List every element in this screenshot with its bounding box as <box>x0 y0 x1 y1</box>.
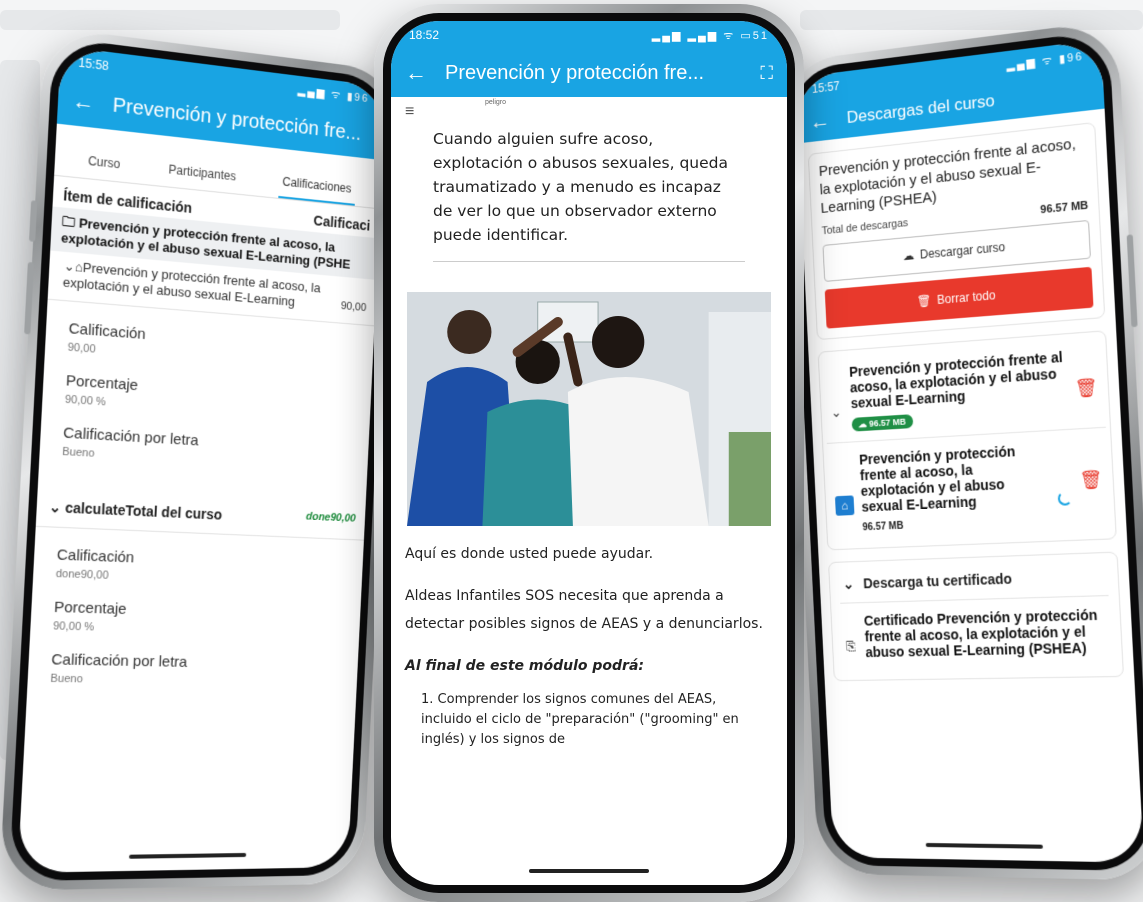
home-indicator <box>128 852 247 859</box>
modules-card: ⌄ Prevención y protección frente al acos… <box>817 330 1117 551</box>
trash-icon: 🗑 <box>916 293 932 309</box>
module-row[interactable]: ⌂ Prevención y protección frente al acos… <box>827 428 1112 545</box>
lesson-paragraph: Aldeas Infantiles SOS necesita que apren… <box>405 588 763 633</box>
downloaded-badge: ☁ 96.57 MB <box>851 413 913 432</box>
trash-icon[interactable]: 🗑 <box>1079 469 1103 492</box>
lesson-list-item: 1. Comprender los signos comunes del AEA… <box>421 692 739 748</box>
field-percentage: Porcentaje 90,00 % <box>30 580 361 640</box>
field-value: Bueno <box>50 673 84 686</box>
fullscreen-icon[interactable]: ⛶ <box>760 63 773 84</box>
back-arrow-icon[interactable]: ← <box>809 108 830 136</box>
course-total-value: done90,00 <box>305 511 357 526</box>
chevron-down-icon: ⌄ <box>63 258 76 275</box>
module-title: Prevención y protección frente al acoso,… <box>858 443 1016 515</box>
certificate-header-label: Descarga tu certificado <box>862 570 1013 592</box>
module-size: 96.57 MB <box>862 520 904 534</box>
field-label: Porcentaje <box>53 599 127 619</box>
status-icons: ▂▄▆ ▂▄▆ ᯤ ▭51 <box>651 29 769 42</box>
grades-screen: 15:58 ▂▄▆ ᯤ ▮96 ← Prevención y protecció… <box>17 45 387 873</box>
course-total-label: calculateTotal del curso <box>64 499 223 524</box>
module-title: Prevención y protección frente al acoso,… <box>848 349 1064 412</box>
lesson-quote: Cuando alguien sufre acoso, explotación … <box>433 130 728 245</box>
phone-grades: 15:58 ▂▄▆ ᯤ ▮96 ← Prevención y protecció… <box>0 26 403 891</box>
lesson-subheading: Al final de este módulo podrá: <box>405 658 644 675</box>
page-title: Prevención y protección fre... <box>445 61 705 84</box>
total-downloads-size: 96.57 MB <box>1040 199 1089 217</box>
certificate-card: ⌄ Descarga tu certificado ⎘ Certificado … <box>828 551 1125 682</box>
chevron-down-icon[interactable]: ⌄ <box>830 404 844 421</box>
status-bar: 18:52 ▂▄▆ ▂▄▆ ᯤ ▭51 <box>391 21 787 49</box>
total-downloads-label: Total de descargas <box>821 217 909 238</box>
status-icons: ▂▄▆ ᯤ ▮96 <box>1006 50 1084 72</box>
grade-column-header: Calificaci <box>313 212 371 234</box>
partial-text: peligro <box>485 99 507 106</box>
delete-all-label: Borrar todo <box>936 288 996 308</box>
status-time: 15:58 <box>78 55 110 74</box>
chevron-down-icon: ⌄ <box>48 498 66 517</box>
folder-icon: 🗀 <box>61 213 80 231</box>
status-icons: ▂▄▆ ᯤ ▮96 <box>297 84 370 105</box>
bg-stripe <box>800 10 1143 30</box>
back-arrow-icon[interactable]: ← <box>72 87 96 116</box>
field-label: Calificación por letra <box>50 651 188 672</box>
divider <box>433 261 745 263</box>
volume-button <box>28 200 38 242</box>
course-download-card: Prevención y protección frente al acoso,… <box>807 121 1106 341</box>
back-arrow-icon[interactable]: ← <box>405 60 427 86</box>
certificate-row[interactable]: ⎘ Certificado Prevención y protección fr… <box>840 596 1112 671</box>
downloads-screen: 15:57 ▂▄▆ ᯤ ▮96 ← Descargas del curso Pr… <box>794 39 1143 863</box>
module-icon: ⌂ <box>834 495 855 516</box>
lesson-screen: 18:52 ▂▄▆ ▂▄▆ ᯤ ▭51 ← Prevención y prote… <box>391 21 787 885</box>
app-bar: 18:52 ▂▄▆ ▂▄▆ ᯤ ▭51 ← Prevención y prote… <box>391 21 787 97</box>
field-letter-grade: Calificación por letra Bueno <box>27 632 359 689</box>
lesson-body: Aquí es donde usted puede ayudar. Aldeas… <box>391 540 787 680</box>
bg-stripe <box>0 10 340 30</box>
phone-downloads: 15:57 ▂▄▆ ᯤ ▮96 ← Descargas del curso Pr… <box>778 19 1143 881</box>
download-course-label: Descargar curso <box>919 240 1006 262</box>
cloud-download-icon: ☁ <box>902 248 915 264</box>
trash-icon[interactable]: 🗑 <box>1074 377 1098 400</box>
tab-course[interactable]: Curso <box>83 147 125 182</box>
menu-icon[interactable]: ≡ <box>405 103 414 121</box>
lesson-paragraph: Aquí es donde usted puede ayudar. <box>405 546 654 563</box>
status-time: 15:57 <box>811 78 840 96</box>
downloaded-size: 96.57 MB <box>868 416 907 429</box>
module-row[interactable]: ⌄ Prevención y protección frente al acos… <box>822 335 1106 444</box>
phone-lesson: 18:52 ▂▄▆ ▂▄▆ ᯤ ▭51 ← Prevención y prote… <box>374 4 804 902</box>
lesson-photo <box>407 292 771 527</box>
certificate-title: Certificado Prevención y protección fren… <box>863 606 1098 661</box>
certificate-icon: ⎘ <box>845 638 857 654</box>
power-button <box>1126 234 1138 328</box>
home-indicator <box>529 869 649 873</box>
grade-item-value: 90,00 <box>340 300 367 315</box>
status-time: 18:52 <box>409 28 440 42</box>
photo-illustration <box>407 292 771 527</box>
chevron-down-icon: ⌄ <box>842 575 855 592</box>
loading-spinner-icon <box>1057 490 1073 506</box>
home-indicator <box>925 842 1043 849</box>
